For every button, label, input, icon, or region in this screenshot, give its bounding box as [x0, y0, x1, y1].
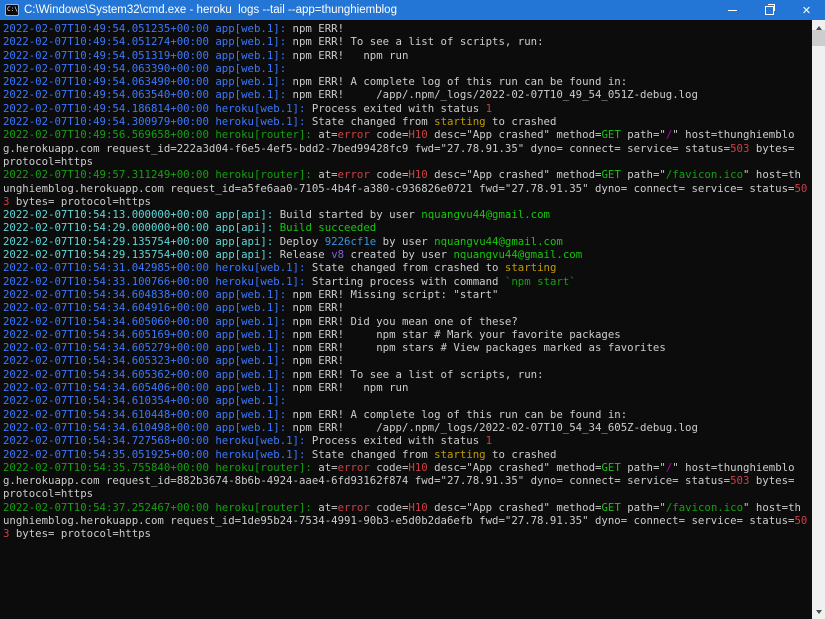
log-line: 2022-02-07T10:49:57.311249+00:00 heroku[… [3, 168, 808, 208]
log-line: 2022-02-07T10:54:29.000000+00:00 app[api… [3, 221, 377, 235]
log-line: 2022-02-07T10:49:54.051319+00:00 app[web… [3, 48, 409, 62]
log-line: 2022-02-07T10:54:34.727568+00:00 heroku[… [3, 434, 493, 448]
log-line: 2022-02-07T10:54:37.252467+00:00 heroku[… [3, 500, 808, 541]
minimize-button[interactable] [714, 0, 751, 20]
log-line: 2022-02-07T10:49:54.063490+00:00 app[web… [3, 75, 628, 89]
scroll-down-button[interactable] [812, 604, 825, 619]
log-line: 2022-02-07T10:54:29.135754+00:00 app[api… [3, 234, 563, 248]
log-line: 2022-02-07T10:54:34.605060+00:00 app[web… [3, 314, 518, 328]
log-line: 2022-02-07T10:54:34.605362+00:00 app[web… [3, 367, 544, 381]
vertical-scrollbar[interactable] [812, 20, 825, 619]
close-icon: ✕ [801, 3, 812, 17]
scroll-down-icon [815, 609, 822, 614]
log-line: 2022-02-07T10:54:31.042985+00:00 heroku[… [3, 261, 557, 275]
terminal-viewport: 2022-02-07T10:49:54.051235+00:00 app[web… [0, 20, 812, 619]
scroll-up-icon [815, 25, 822, 30]
log-line: 2022-02-07T10:54:13.000000+00:00 app[api… [3, 208, 550, 222]
terminal-output: 2022-02-07T10:49:54.051235+00:00 app[web… [3, 22, 807, 541]
log-line: 2022-02-07T10:49:54.051274+00:00 app[web… [3, 35, 544, 49]
log-line: 2022-02-07T10:54:34.604838+00:00 app[web… [3, 287, 499, 301]
log-line: 2022-02-07T10:49:54.063390+00:00 app[web… [3, 61, 287, 75]
log-line: 2022-02-07T10:54:35.051925+00:00 heroku[… [3, 447, 557, 461]
log-line: 2022-02-07T10:54:34.604916+00:00 app[web… [3, 301, 345, 315]
log-line: 2022-02-07T10:54:34.605169+00:00 app[web… [3, 327, 621, 341]
log-line: 2022-02-07T10:54:34.610498+00:00 app[web… [3, 420, 698, 434]
close-button[interactable]: ✕ [788, 0, 825, 20]
log-line: 2022-02-07T10:49:54.186814+00:00 heroku[… [3, 101, 493, 115]
minimize-icon [728, 9, 737, 11]
log-line: 2022-02-07T10:54:35.755840+00:00 heroku[… [3, 460, 801, 501]
restore-button[interactable] [751, 0, 788, 20]
log-line: 2022-02-07T10:54:34.610448+00:00 app[web… [3, 407, 628, 421]
restore-icon [765, 3, 775, 15]
window-title: C:\Windows\System32\cmd.exe - heroku log… [24, 4, 397, 16]
scrollbar-thumb[interactable] [812, 30, 825, 46]
log-line: 2022-02-07T10:54:33.100766+00:00 heroku[… [3, 274, 576, 288]
log-line: 2022-02-07T10:49:54.063540+00:00 app[web… [3, 88, 698, 102]
window-controls: ✕ [714, 0, 825, 20]
log-line: 2022-02-07T10:54:34.610354+00:00 app[web… [3, 394, 287, 408]
log-line: 2022-02-07T10:49:54.300979+00:00 heroku[… [3, 115, 557, 129]
log-line: 2022-02-07T10:54:29.135754+00:00 app[api… [3, 248, 583, 262]
log-line: 2022-02-07T10:49:54.051235+00:00 app[web… [3, 22, 345, 35]
log-line: 2022-02-07T10:54:34.605406+00:00 app[web… [3, 381, 409, 395]
titlebar[interactable]: C:\ C:\Windows\System32\cmd.exe - heroku… [0, 0, 825, 20]
log-line: 2022-02-07T10:54:34.605279+00:00 app[web… [3, 341, 666, 355]
cmd-window: C:\ C:\Windows\System32\cmd.exe - heroku… [0, 0, 825, 619]
log-line: 2022-02-07T10:54:34.605323+00:00 app[web… [3, 354, 345, 368]
log-line: 2022-02-07T10:49:56.569658+00:00 heroku[… [3, 128, 801, 168]
cmd-icon[interactable]: C:\ [5, 4, 19, 16]
